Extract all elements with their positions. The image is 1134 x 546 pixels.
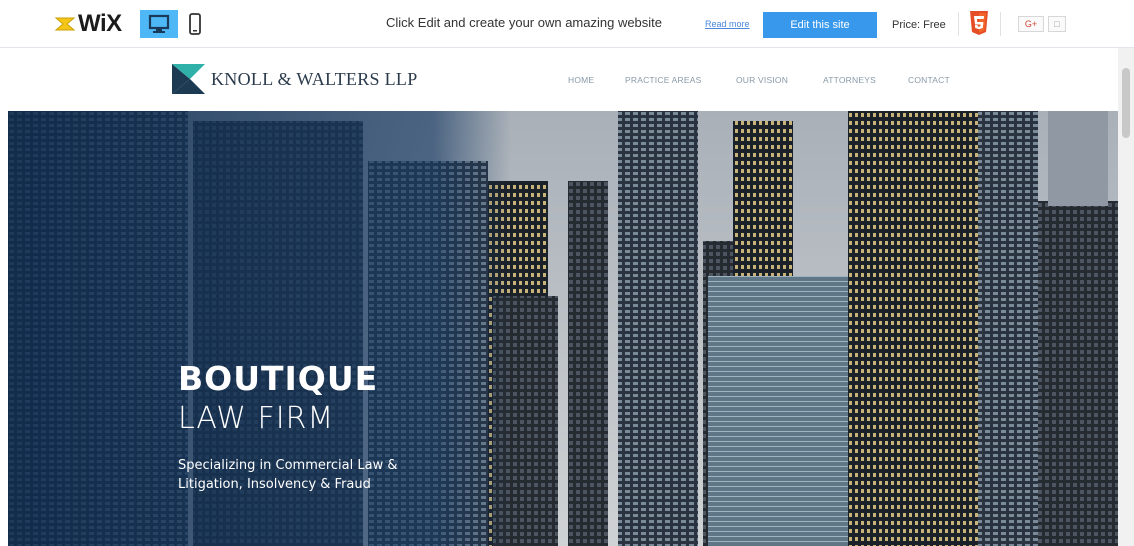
site-header: KNOLL & WALTERS LLP HOME PRACTICE AREAS …: [8, 48, 1126, 111]
wix-logo-text: WiX: [78, 10, 122, 37]
wix-logo[interactable]: WiX: [54, 10, 122, 38]
brand[interactable]: KNOLL & WALTERS LLP: [172, 64, 418, 94]
brand-logo-icon: [172, 64, 205, 94]
share-icon: □: [1054, 19, 1060, 29]
mobile-icon: [189, 13, 201, 35]
mobile-view-button[interactable]: [184, 10, 206, 38]
wix-toolbar: WiX Click Edit and create your own amazi…: [0, 0, 1134, 48]
page-scrollbar[interactable]: [1118, 48, 1134, 546]
hero-title-line2: LAW FIRM: [178, 401, 335, 436]
share-button[interactable]: □: [1048, 16, 1066, 32]
wix-star-icon: [54, 17, 76, 31]
hero-title-line1: BOUTIQUE: [178, 359, 379, 398]
scrollbar-thumb[interactable]: [1122, 68, 1130, 138]
hero-subtitle: Specializing in Commercial Law & Litigat…: [178, 458, 398, 492]
desktop-view-button[interactable]: [140, 10, 178, 38]
html5-icon: [970, 11, 988, 35]
nav-contact[interactable]: CONTACT: [908, 75, 950, 85]
gplus-button[interactable]: G+: [1018, 16, 1044, 32]
nav-home[interactable]: HOME: [568, 75, 594, 85]
price-label: Price: Free: [892, 19, 946, 31]
toolbar-divider: [958, 12, 959, 36]
promo-text: Click Edit and create your own amazing w…: [386, 15, 663, 30]
site-preview: KNOLL & WALTERS LLP HOME PRACTICE AREAS …: [8, 48, 1126, 546]
edit-site-button[interactable]: Edit this site: [763, 12, 877, 38]
nav-our-vision[interactable]: OUR VISION: [736, 75, 788, 85]
city-skyline-image: [8, 111, 1126, 546]
toolbar-divider: [1000, 12, 1001, 36]
nav-practice-areas[interactable]: PRACTICE AREAS: [625, 75, 702, 85]
desktop-icon: [148, 14, 170, 33]
brand-name: KNOLL & WALTERS LLP: [211, 68, 418, 89]
read-more-link[interactable]: Read more: [705, 19, 750, 29]
nav-attorneys[interactable]: ATTORNEYS: [823, 75, 876, 85]
hero-section: BOUTIQUE LAW FIRM Specializing in Commer…: [8, 111, 1126, 546]
